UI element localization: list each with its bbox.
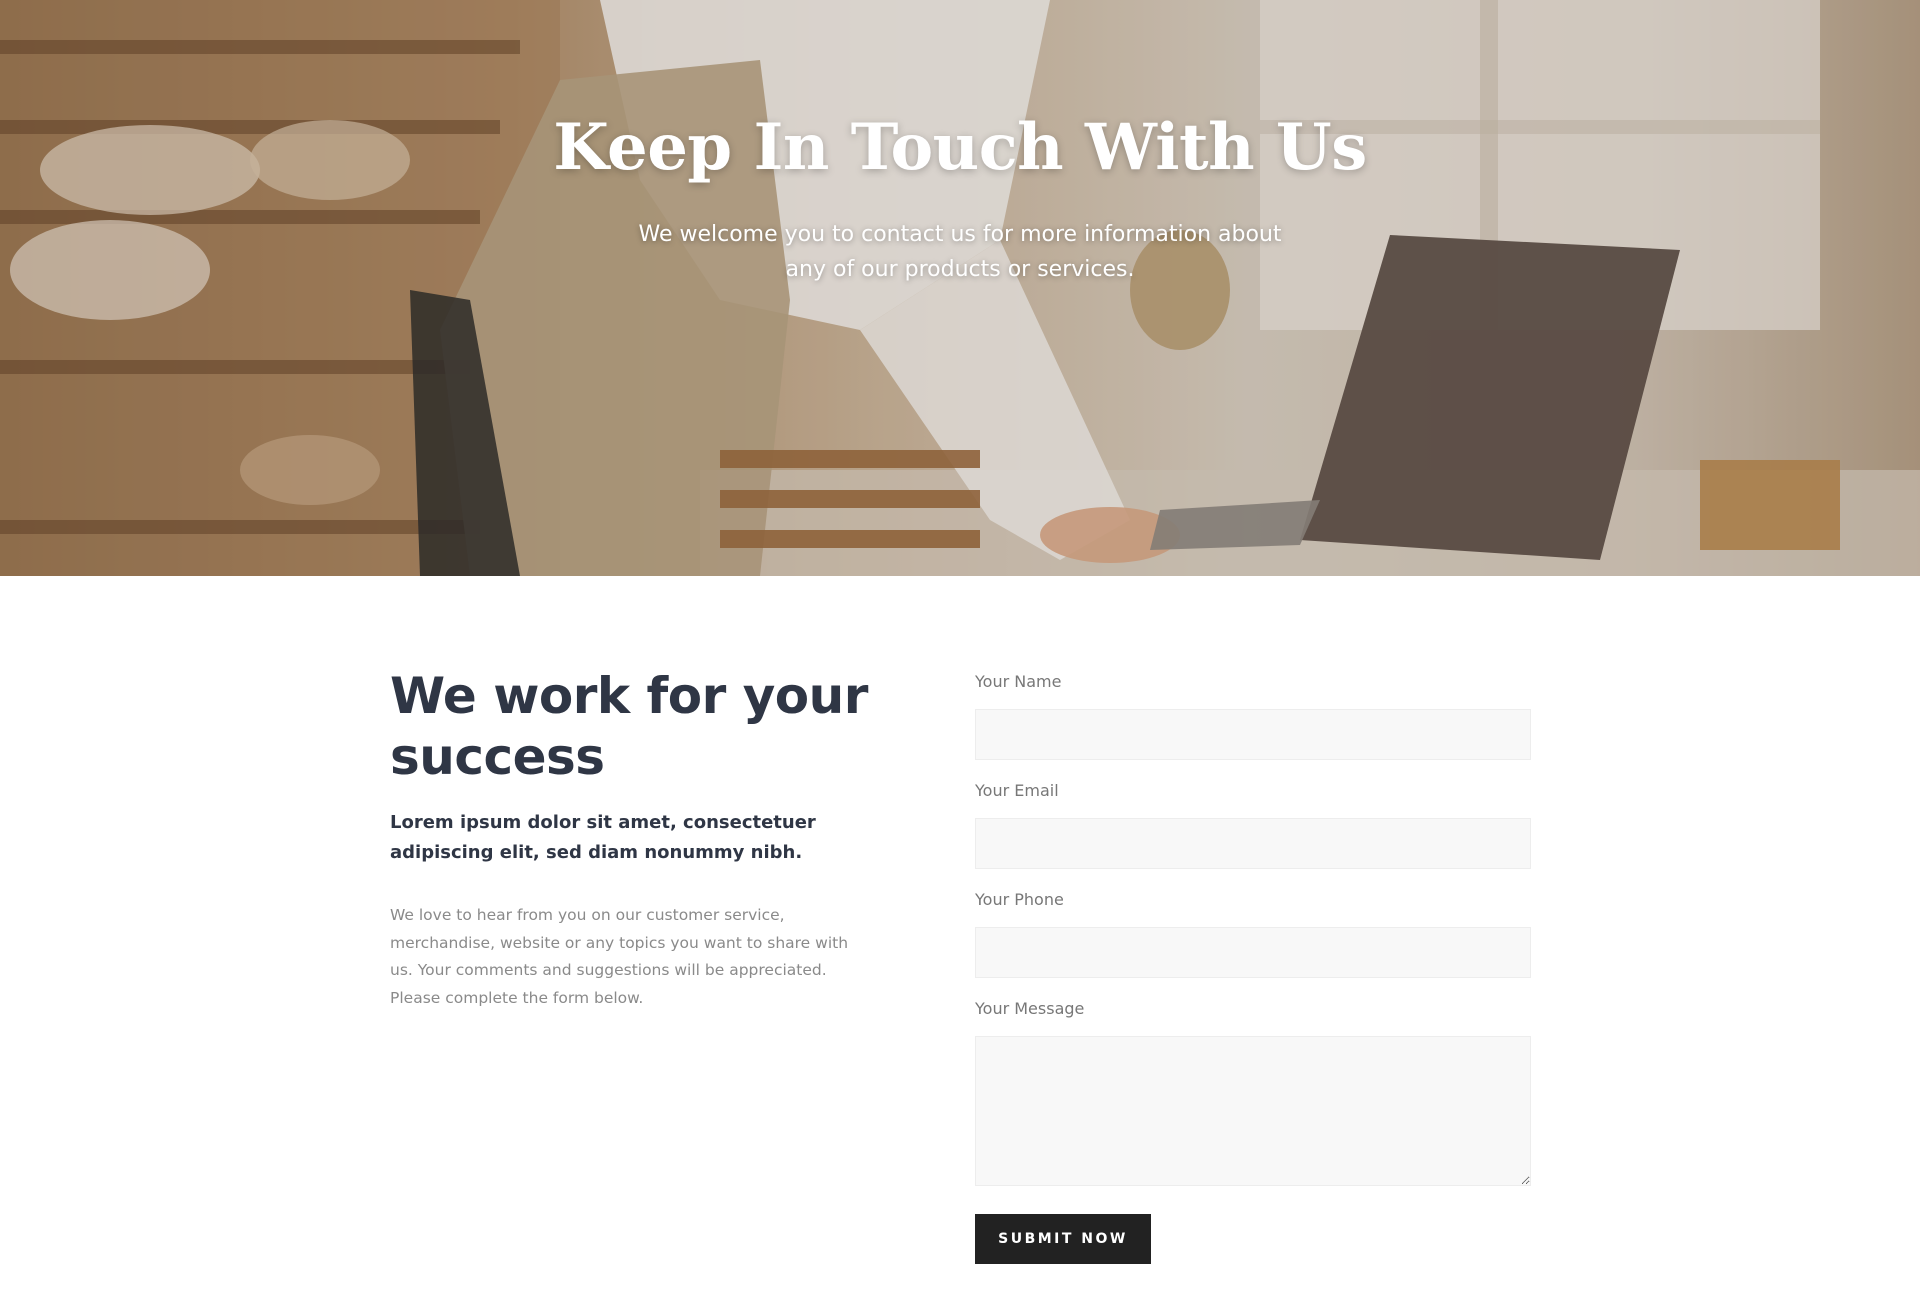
email-input[interactable]: [975, 818, 1531, 869]
contact-form: Your Name Your Email Your Phone Your Mes…: [975, 671, 1531, 1264]
phone-input[interactable]: [975, 927, 1531, 978]
submit-button[interactable]: SUBMIT NOW: [975, 1214, 1151, 1264]
hero-text: Keep In Touch With Us We welcome you to …: [0, 110, 1920, 287]
hero-subtitle: We welcome you to contact us for more in…: [638, 222, 1282, 282]
name-label: Your Name: [975, 672, 1062, 691]
name-input[interactable]: [975, 709, 1531, 760]
intro-column: We work for your success Lorem ipsum dol…: [390, 666, 870, 1012]
contact-section: We work for your success Lorem ipsum dol…: [0, 576, 1920, 1306]
hero-overlay: [0, 0, 1920, 576]
email-label: Your Email: [975, 781, 1059, 800]
body-text: We love to hear from you on our customer…: [390, 906, 849, 1007]
message-label: Your Message: [975, 999, 1085, 1018]
hero-banner: Keep In Touch With Us We welcome you to …: [0, 0, 1920, 576]
phone-label: Your Phone: [975, 890, 1064, 909]
section-headline: We work for your success: [390, 667, 868, 786]
message-textarea[interactable]: [975, 1036, 1531, 1186]
lead-text: Lorem ipsum dolor sit amet, consectetuer…: [390, 812, 816, 863]
hero-title: Keep In Touch With Us: [553, 110, 1367, 185]
